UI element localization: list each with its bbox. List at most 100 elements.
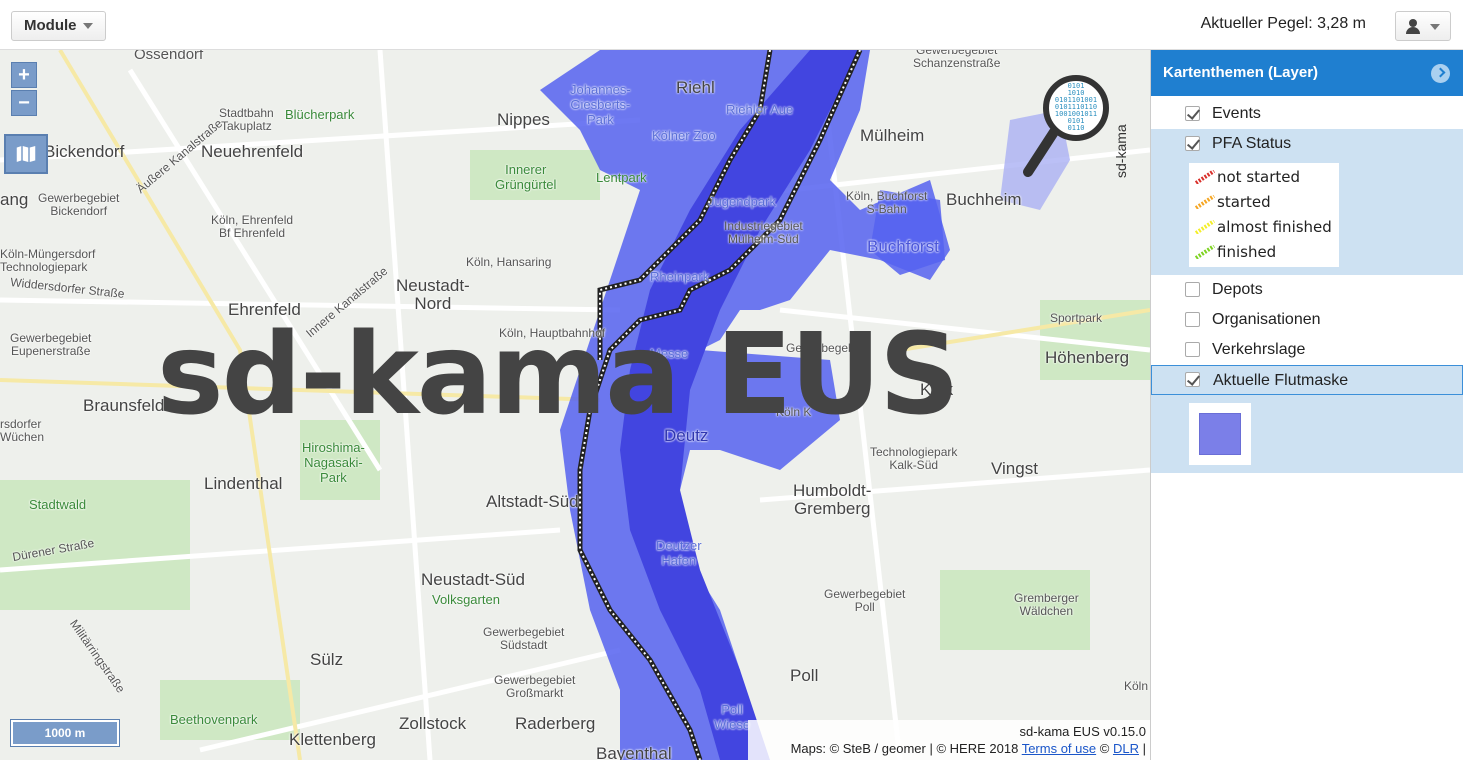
- terms-of-use-link[interactable]: Terms of use: [1022, 741, 1096, 756]
- map-label: Industriegebiet Mülheim-Süd: [724, 219, 803, 246]
- map-label: Ossendorf: [134, 50, 204, 63]
- top-bar: Module Aktueller Pegel: 3,28 m: [0, 0, 1463, 50]
- attribution-separator: |: [1142, 741, 1146, 756]
- layer-checkbox[interactable]: [1185, 312, 1200, 327]
- map-icon: [15, 144, 37, 164]
- map-label: Gewerbegebiet Schanzenstraße: [913, 50, 1001, 70]
- dlr-link[interactable]: DLR: [1113, 741, 1139, 756]
- layer-checkbox[interactable]: [1185, 342, 1200, 357]
- map-view[interactable]: Ossendorf Riehl Nippes Mülheim Bickendor…: [0, 50, 1150, 760]
- map-label: Stadtbahn Takuplatz: [219, 106, 274, 133]
- legend-item: finished: [1193, 240, 1335, 265]
- map-label: Gewerbegebiet Bickendorf: [38, 191, 120, 218]
- layer-item-flutmaske[interactable]: Aktuelle Flutmaske: [1151, 365, 1463, 395]
- hatched-line-icon: [1195, 220, 1215, 234]
- map-label: Poll Wiese: [714, 702, 751, 732]
- map-label: Stadtwald: [29, 497, 87, 512]
- map-label: Bickendorf: [44, 142, 125, 161]
- scale-bar: 1000 m: [10, 719, 120, 747]
- layer-item-pfa-status[interactable]: PFA Status: [1151, 129, 1463, 159]
- map-label: Mülheim: [860, 126, 925, 145]
- map-label: Sülz: [310, 650, 344, 669]
- layer-label: PFA Status: [1212, 135, 1292, 152]
- chevron-down-icon: [82, 23, 93, 30]
- map-attribution: sd-kama EUS v0.15.0 Maps: © SteB / geome…: [748, 720, 1150, 760]
- map-label: Beethovenpark: [170, 712, 258, 727]
- layer-checkbox[interactable]: [1185, 106, 1200, 121]
- map-label: Rheinpark: [650, 269, 710, 284]
- layer-item-events[interactable]: Events: [1151, 99, 1463, 129]
- layer-checkbox[interactable]: [1185, 136, 1200, 151]
- legend-item: not started: [1193, 165, 1335, 190]
- hatched-line-icon: [1195, 245, 1215, 259]
- map-label: Gewerbegebiet Eupenerstraße: [10, 331, 92, 358]
- layer-label: Organisationen: [1212, 311, 1321, 328]
- layer-label: Events: [1212, 105, 1261, 122]
- hatched-line-icon: [1195, 195, 1215, 209]
- layer-panel-header: Kartenthemen (Layer): [1151, 50, 1463, 96]
- map-label: Raderberg: [515, 714, 596, 733]
- layer-item-organisationen[interactable]: Organisationen: [1151, 305, 1463, 335]
- map-label: Innerer Grüngürtel: [495, 162, 557, 192]
- user-icon-body: [1406, 27, 1420, 34]
- map-label: Lentpark: [596, 170, 647, 185]
- map-label: Gewerbegebiet Südstadt: [483, 625, 565, 652]
- map-label: Höhenberg: [1045, 348, 1130, 367]
- map-label: Deutzer Hafen: [656, 538, 702, 568]
- hatched-line-icon: [1195, 170, 1215, 184]
- map-label: Neuehrenfeld: [201, 142, 304, 161]
- flood-legend: [1151, 395, 1463, 473]
- map-label: Jugendpark: [708, 194, 776, 209]
- flood-color-swatch: [1199, 413, 1241, 455]
- map-label: Zollstock: [399, 714, 467, 733]
- copyright-sign: ©: [1099, 741, 1110, 756]
- map-label: Sportpark: [1050, 311, 1103, 325]
- layer-checkbox[interactable]: [1185, 372, 1200, 387]
- map-label: Köln, Ehrenfeld Bf Ehrenfeld: [211, 213, 294, 240]
- version-label: sd-kama EUS v0.15.0: [1019, 724, 1146, 739]
- chevron-right-icon[interactable]: [1431, 64, 1450, 83]
- map-label: Köln-Müngersdorf Technologiepark: [0, 247, 96, 274]
- layer-checkbox[interactable]: [1185, 282, 1200, 297]
- map-label: Gewerbegebiet Großmarkt: [494, 673, 576, 700]
- map-label: Riehl: [676, 78, 715, 97]
- basemap-toggle-button[interactable]: [4, 134, 48, 174]
- map-label: Humboldt- Gremberg: [793, 481, 872, 518]
- module-label: Module: [24, 17, 77, 34]
- map-label: Nippes: [497, 110, 550, 129]
- user-menu-button[interactable]: [1395, 11, 1451, 41]
- pfa-legend: not started started almost finished fini…: [1151, 159, 1463, 275]
- map-label: Altstadt-Süd: [486, 492, 579, 511]
- layer-item-depots[interactable]: Depots: [1151, 275, 1463, 305]
- map-label: Klettenberg: [289, 730, 376, 749]
- zoom-out-button[interactable]: −: [11, 90, 37, 116]
- map-label: Gremberger Wäldchen: [1014, 591, 1079, 618]
- map-label: Köln, Hansaring: [466, 255, 552, 269]
- pfa-legend-box: not started started almost finished fini…: [1189, 163, 1339, 267]
- map-label: Hiroshima- Nagasaki- Park: [302, 440, 365, 485]
- layer-label: Aktuelle Flutmaske: [1213, 372, 1349, 389]
- user-icon: [1409, 19, 1417, 27]
- map-label: Neustadt- Nord: [396, 276, 470, 313]
- map-label: rsdorfer Wüchen: [0, 417, 45, 444]
- map-label: Vingst: [991, 459, 1038, 478]
- map-label: Gewerbegebiet Poll: [824, 587, 906, 614]
- legend-label: not started: [1217, 168, 1301, 186]
- legend-label: finished: [1217, 243, 1277, 261]
- map-label: Poll: [790, 666, 819, 685]
- module-dropdown-button[interactable]: Module: [11, 11, 106, 41]
- map-label: Johannes- Giesberts- Park: [570, 82, 631, 127]
- app-watermark: sd-kama EUS: [157, 310, 960, 440]
- water-level-display: Aktueller Pegel: 3,28 m: [1200, 15, 1366, 32]
- layer-panel: Kartenthemen (Layer) Events PFA Status n…: [1150, 50, 1463, 760]
- layer-label: Verkehrslage: [1212, 341, 1306, 358]
- zoom-in-button[interactable]: +: [11, 62, 37, 88]
- layer-item-verkehrslage[interactable]: Verkehrslage: [1151, 335, 1463, 365]
- map-label: Buchforst: [867, 237, 939, 256]
- map-label: Kölner Zoo: [652, 128, 716, 143]
- sd-kama-side-label: sd-kama: [1113, 124, 1129, 178]
- legend-item: almost finished: [1193, 215, 1335, 240]
- map-label: Neustadt-Süd: [421, 570, 525, 589]
- flood-legend-box: [1189, 403, 1251, 465]
- map-label: Volksgarten: [432, 592, 500, 607]
